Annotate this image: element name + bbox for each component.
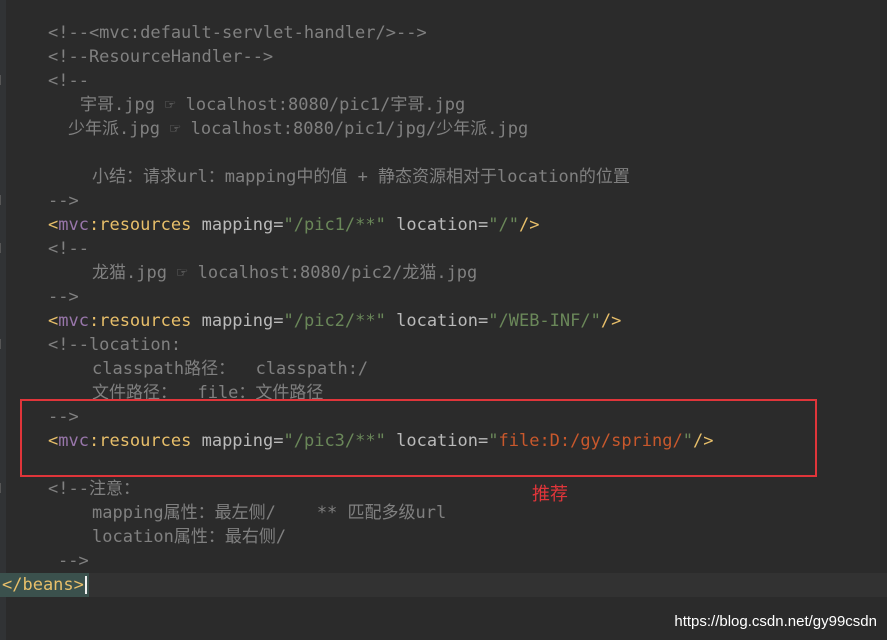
code-line: <!--	[48, 71, 89, 91]
code-line: 小结：请求url：mapping中的值 + 静态资源相对于location的位置	[92, 167, 630, 187]
fold-marker[interactable]	[0, 243, 5, 253]
code-line: 少年派.jpg ☞ localhost:8080/pic1/jpg/少年派.jp…	[68, 119, 529, 139]
editor-gutter	[0, 0, 6, 640]
code-line: <!--ResourceHandler-->	[48, 47, 274, 67]
fold-marker[interactable]	[0, 195, 5, 205]
closing-beans-tag: </beans>	[0, 573, 89, 597]
fold-marker[interactable]	[0, 75, 5, 85]
resource-line-pic1: <mvc:resources mapping="/pic1/**" locati…	[48, 215, 540, 235]
code-line: <!--<mvc:default-servlet-handler/>-->	[48, 23, 427, 43]
fold-marker[interactable]	[0, 483, 5, 493]
highlight-box	[20, 399, 817, 477]
fold-marker[interactable]	[0, 339, 5, 349]
code-line: mapping属性：最左侧/ ** 匹配多级url	[92, 503, 447, 523]
code-line: 宇哥.jpg ☞ localhost:8080/pic1/宇哥.jpg	[80, 95, 466, 115]
watermark: https://blog.csdn.net/gy99csdn	[674, 613, 877, 630]
code-line: <!--	[48, 239, 89, 259]
code-line: <!--location:	[48, 335, 182, 355]
current-line-highlight	[0, 573, 887, 597]
code-line: classpath路径： classpath:/	[92, 359, 369, 379]
recommend-annotation: 推荐	[532, 484, 568, 505]
code-line: -->	[58, 551, 89, 571]
code-line: -->	[48, 287, 79, 307]
code-line: 龙猫.jpg ☞ localhost:8080/pic2/龙猫.jpg	[92, 263, 478, 283]
code-line: -->	[48, 191, 79, 211]
code-line: location属性：最右侧/	[92, 527, 287, 547]
code-line: <!--注意：	[48, 479, 140, 499]
text-caret	[84, 576, 87, 594]
resource-line-pic2: <mvc:resources mapping="/pic2/**" locati…	[48, 311, 622, 331]
